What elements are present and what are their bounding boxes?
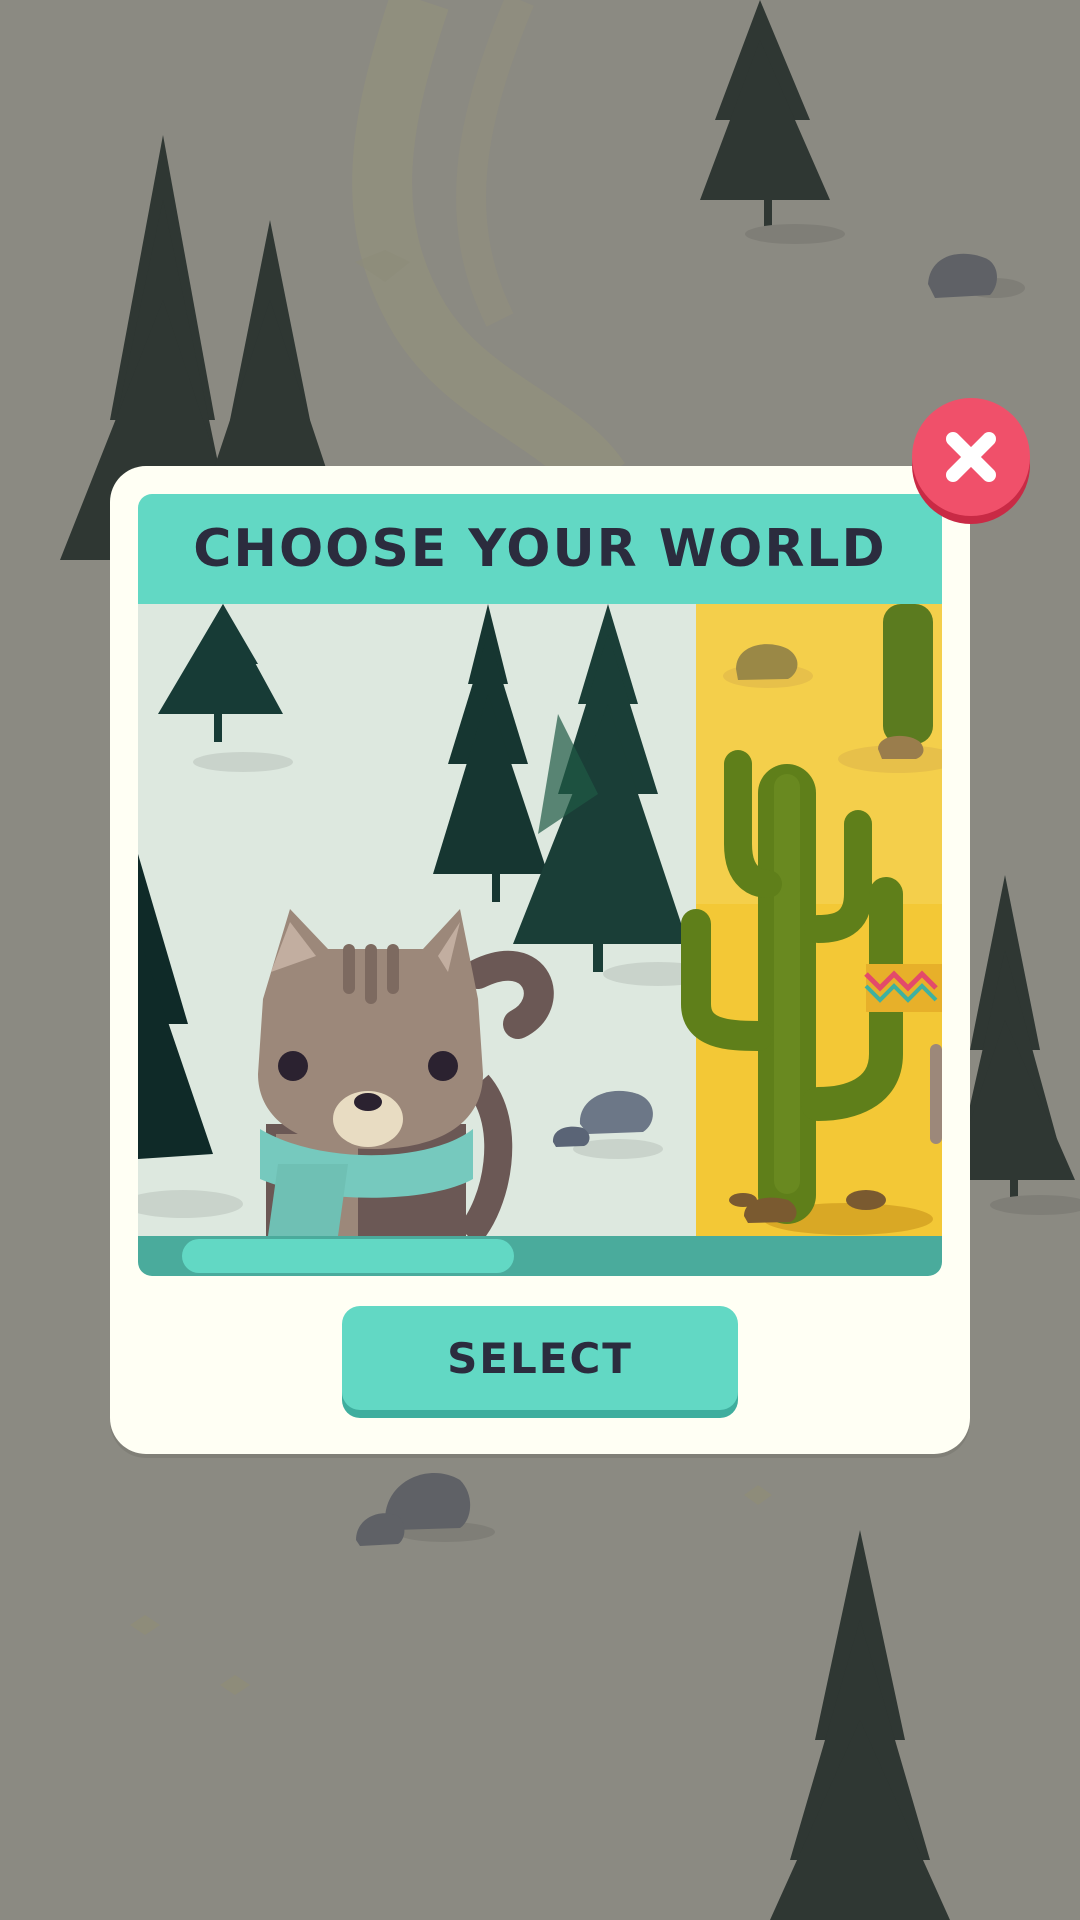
dialog-title: CHOOSE YOUR WORLD: [193, 519, 887, 579]
close-icon: [946, 432, 996, 482]
bg-tree: [700, 0, 830, 234]
world-carousel[interactable]: [138, 604, 942, 1236]
bg-tree: [770, 1530, 950, 1920]
close-button[interactable]: [912, 398, 1032, 524]
world-card-snow[interactable]: [138, 604, 713, 1236]
select-button-label: SELECT: [447, 1333, 633, 1383]
carousel-scrollbar[interactable]: [138, 1236, 942, 1276]
carousel-scroll-thumb[interactable]: [182, 1239, 514, 1273]
bg-tree: [210, 220, 330, 480]
world-carousel-art: [138, 604, 942, 1236]
close-button-face[interactable]: [912, 398, 1030, 516]
dialog-header: CHOOSE YOUR WORLD: [138, 494, 942, 604]
select-button-face[interactable]: SELECT: [342, 1306, 738, 1410]
select-button[interactable]: SELECT: [342, 1306, 738, 1418]
world-card-desert[interactable]: [681, 604, 942, 1236]
choose-world-dialog: CHOOSE YOUR WORLD SELECT: [110, 466, 970, 1454]
game-scene: CHOOSE YOUR WORLD SELECT: [0, 0, 1080, 1920]
